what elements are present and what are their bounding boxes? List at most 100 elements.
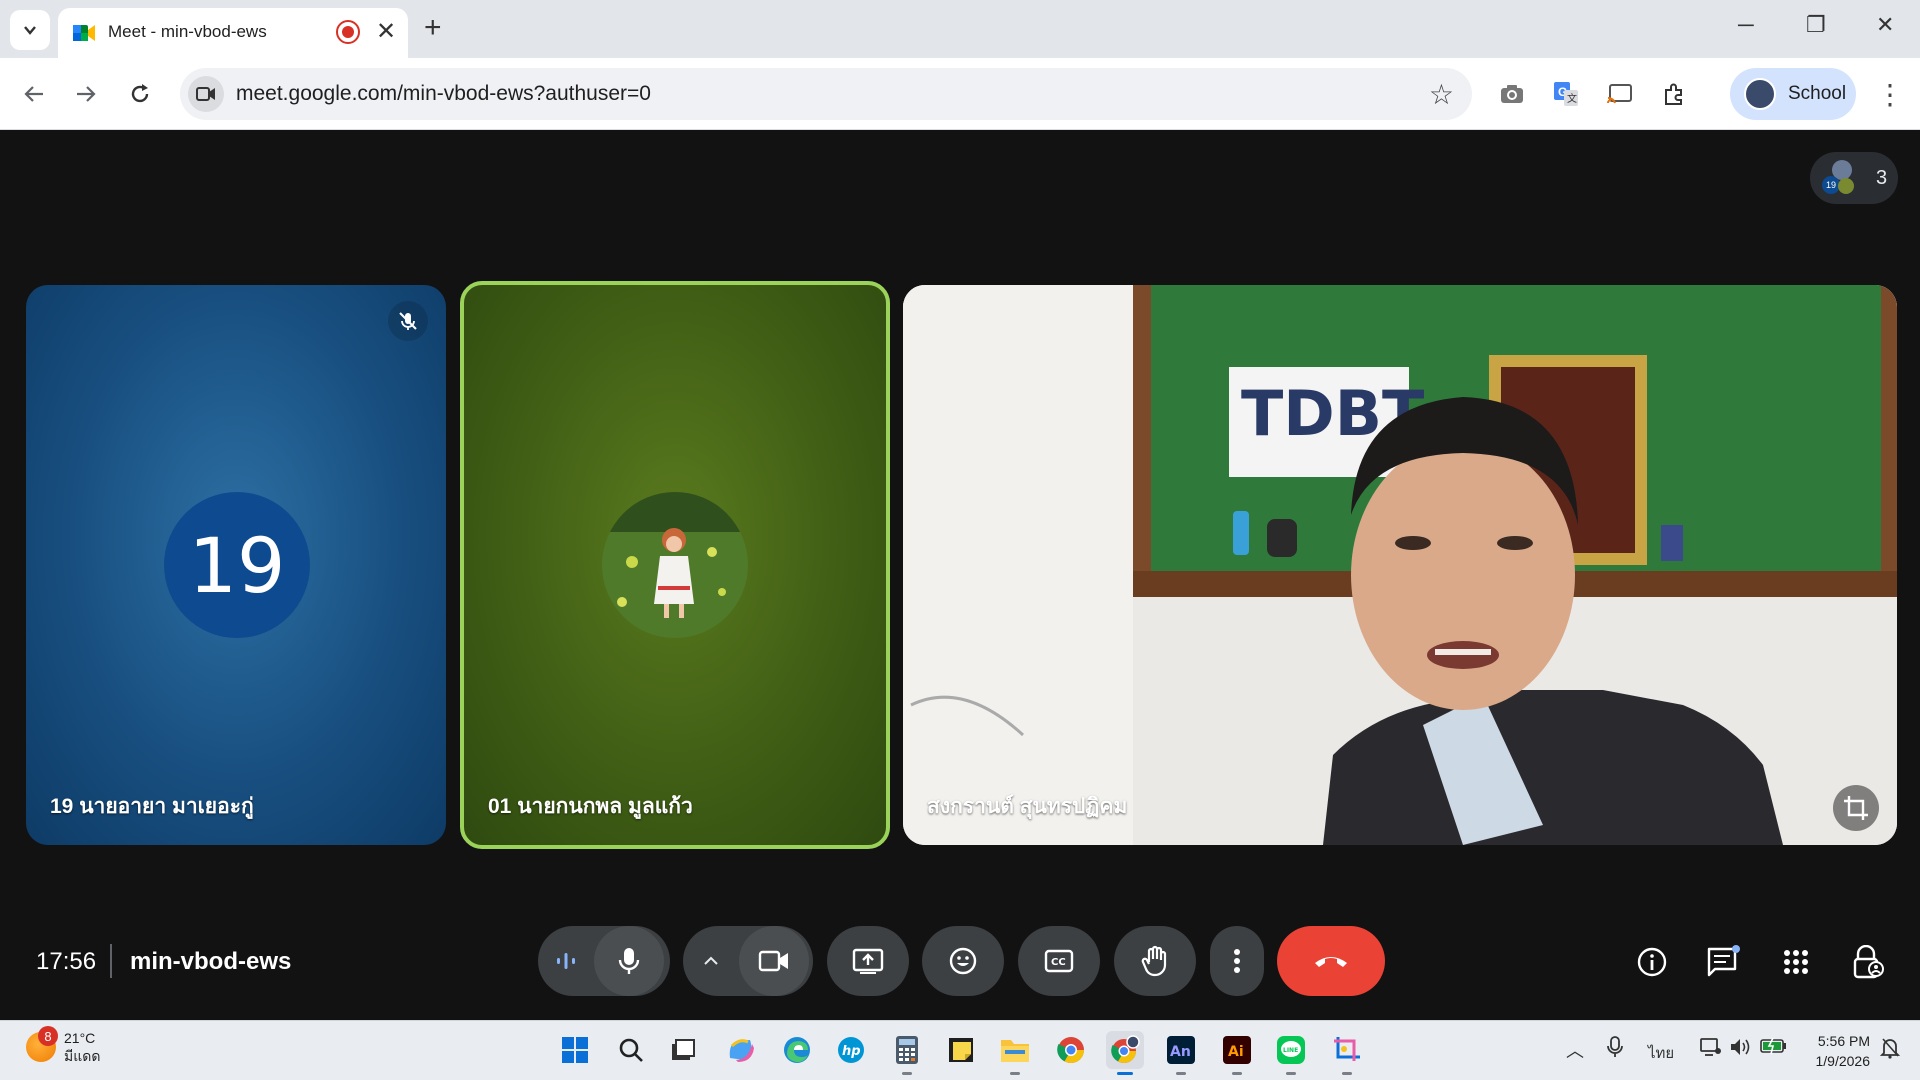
translate-icon[interactable]: G文: [1548, 76, 1584, 112]
site-info-button[interactable]: [188, 76, 224, 112]
participant-avatar: 19: [164, 492, 310, 638]
restore-icon[interactable]: ❐: [1806, 12, 1826, 38]
audio-level-button[interactable]: [538, 926, 594, 996]
taskbar: 8 21°C มีแดด hp An Ai LINE ︿ ไทย 5:56 PM…: [0, 1020, 1920, 1080]
tray-microphone-icon[interactable]: [1606, 1035, 1624, 1064]
more-options-button[interactable]: [1210, 926, 1264, 996]
hp-app[interactable]: hp: [832, 1031, 870, 1069]
video-camera-icon: [758, 950, 788, 972]
search-icon: [619, 1038, 643, 1062]
chrome-profile-app[interactable]: [1106, 1031, 1144, 1075]
people-count: 3: [1876, 166, 1888, 189]
battery-icon[interactable]: [1760, 1037, 1788, 1060]
copilot-app[interactable]: [722, 1031, 760, 1069]
video-options-button[interactable]: [683, 926, 739, 996]
raise-hand-button[interactable]: [1114, 926, 1196, 996]
tab-strip: Meet - min-vbod-ews ✕ + ─ ❐ ✕: [0, 0, 1920, 58]
svg-text:CC: CC: [1051, 957, 1066, 968]
calculator-app[interactable]: [888, 1031, 926, 1075]
captions-button[interactable]: CC: [1018, 926, 1100, 996]
new-tab-button[interactable]: +: [424, 12, 442, 44]
adobe-animate-icon: An: [1167, 1036, 1195, 1064]
camera-site-icon: [196, 87, 215, 101]
activities-button[interactable]: [1774, 940, 1818, 984]
weather-widget[interactable]: 8 21°C มีแดด: [26, 1026, 100, 1065]
microphone-button[interactable]: [594, 926, 664, 996]
divider: [110, 944, 112, 978]
present-screen-button[interactable]: [827, 926, 909, 996]
forward-button[interactable]: [66, 74, 106, 114]
closed-captions-icon: CC: [1044, 949, 1074, 973]
meeting-details-button[interactable]: [1630, 940, 1674, 984]
video-control-group: [683, 926, 813, 996]
system-clock[interactable]: 5:56 PM 1/9/2026: [1806, 1031, 1871, 1071]
tab-meet[interactable]: Meet - min-vbod-ews ✕: [58, 8, 408, 58]
participant-name: 01 นายกนกพล มูลแก้ว: [488, 795, 693, 818]
start-button[interactable]: [556, 1031, 594, 1069]
svg-text:LINE: LINE: [1283, 1047, 1298, 1054]
chevron-down-icon: [24, 26, 36, 35]
cast-icon[interactable]: [1602, 76, 1638, 112]
folder-icon: [1001, 1040, 1029, 1062]
extensions-icon[interactable]: [1656, 76, 1692, 112]
participant-name: 19 นายอายา มาเยอะกู่: [50, 795, 254, 818]
chrome-app[interactable]: [1052, 1031, 1090, 1069]
tab-title: Meet - min-vbod-ews: [108, 22, 267, 41]
animate-app[interactable]: An: [1162, 1031, 1200, 1075]
svg-text:文: 文: [1567, 92, 1577, 105]
task-view-icon: [672, 1039, 695, 1060]
close-window-icon[interactable]: ✕: [1876, 12, 1894, 38]
tab-search-button[interactable]: [10, 10, 50, 50]
camera-permission-icon[interactable]: [1494, 76, 1530, 112]
line-icon: LINE: [1277, 1036, 1305, 1064]
weather-badge: 8: [38, 1026, 58, 1046]
clock-time: 5:56 PM: [1817, 1033, 1870, 1049]
reload-icon: [131, 84, 149, 103]
apps-grid-icon: [1784, 950, 1808, 974]
participant-name: สงกรานต์ สุนทรปฏิคม: [927, 795, 1128, 818]
edge-app[interactable]: [778, 1031, 816, 1069]
address-bar[interactable]: meet.google.com/min-vbod-ews?authuser=0 …: [180, 68, 1472, 120]
svg-text:hp: hp: [842, 1044, 861, 1059]
back-button[interactable]: [14, 74, 54, 114]
participant-avatar-photo: [602, 492, 748, 638]
profile-button[interactable]: School: [1730, 68, 1856, 120]
file-explorer-app[interactable]: [996, 1031, 1034, 1075]
adobe-illustrator-icon: Ai: [1223, 1036, 1251, 1064]
input-language[interactable]: ไทย: [1648, 1041, 1674, 1065]
network-icon[interactable]: [1700, 1037, 1722, 1062]
close-tab-icon[interactable]: ✕: [376, 18, 396, 46]
end-call-icon: [1315, 957, 1347, 967]
browser-menu-icon[interactable]: ⋮: [1876, 78, 1904, 111]
chrome-icon: [1057, 1037, 1085, 1064]
crop-icon[interactable]: [1833, 785, 1879, 831]
participant-tile-2[interactable]: 01 นายกนกพล มูลแก้ว: [460, 281, 890, 849]
line-app[interactable]: LINE: [1272, 1031, 1310, 1075]
reload-button[interactable]: [120, 74, 160, 114]
illustrator-app[interactable]: Ai: [1218, 1031, 1256, 1075]
notification-bell-icon[interactable]: [1879, 1037, 1901, 1064]
snipping-tool-app[interactable]: [1328, 1031, 1366, 1075]
snipping-tool-icon: [1334, 1037, 1360, 1061]
camera-button[interactable]: [739, 926, 809, 996]
bookmark-star-icon[interactable]: ☆: [1429, 78, 1454, 111]
copilot-icon: [729, 1039, 754, 1062]
emoji-reaction-button[interactable]: [922, 926, 1004, 996]
host-controls-button[interactable]: [1846, 940, 1890, 984]
arrow-right-icon: [77, 86, 96, 102]
people-button[interactable]: 19 3: [1810, 152, 1898, 204]
sticky-notes-app[interactable]: [942, 1031, 980, 1069]
sun-icon: 8: [26, 1026, 58, 1062]
leave-call-button[interactable]: [1277, 926, 1385, 996]
volume-icon[interactable]: [1730, 1037, 1752, 1062]
task-view-button[interactable]: [664, 1031, 702, 1069]
participant-tile-1[interactable]: 19 19 นายอายา มาเยอะกู่: [26, 285, 446, 845]
show-hidden-icons-icon[interactable]: ︿: [1566, 1037, 1584, 1063]
participant-tile-3[interactable]: TDBT สงกรานต์ สุนทรปฏิคม: [903, 285, 1897, 845]
taskbar-search[interactable]: [612, 1031, 650, 1069]
calculator-icon: [896, 1036, 918, 1064]
minimize-icon[interactable]: ─: [1738, 12, 1754, 38]
participant-avatars-icon: 19: [1822, 160, 1858, 196]
edge-icon: [784, 1037, 810, 1063]
chat-button[interactable]: [1702, 940, 1746, 984]
